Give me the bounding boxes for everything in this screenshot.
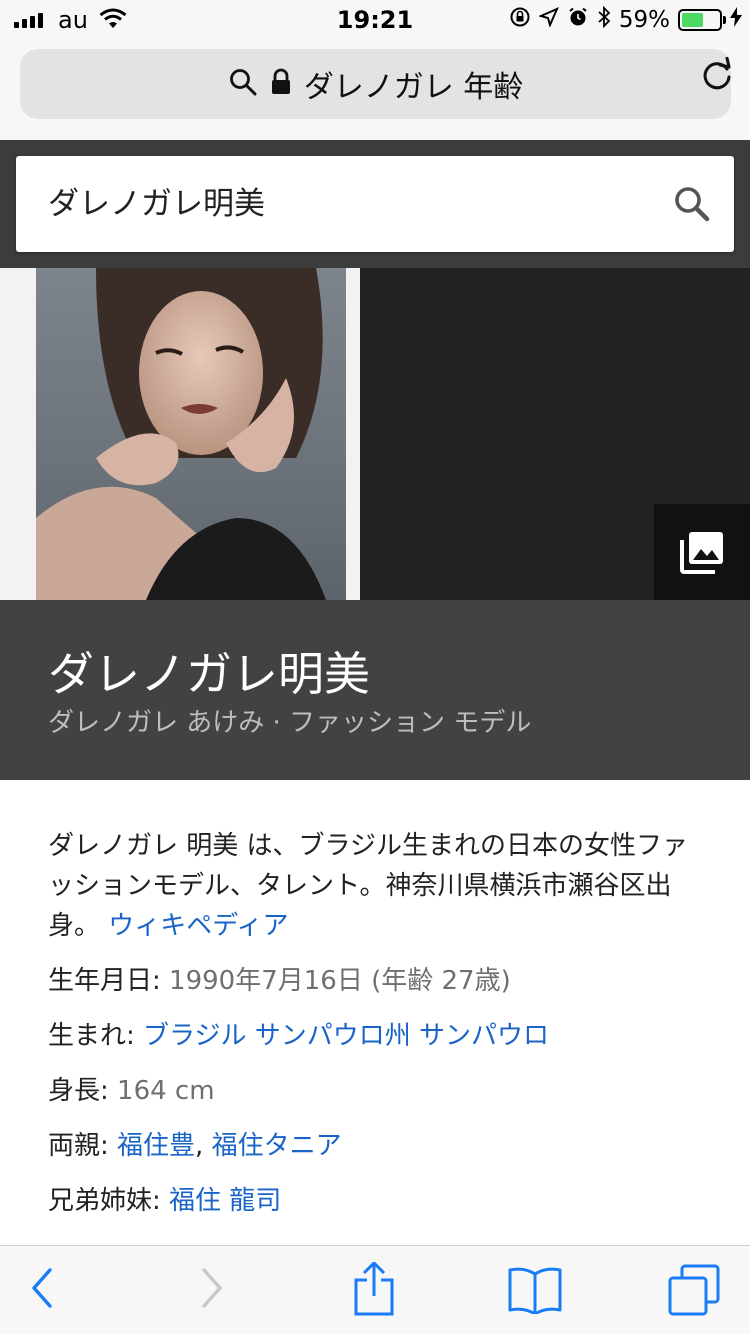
fact-height: 身長: 164 cm <box>48 1071 708 1111</box>
fact-label: 生年月日: <box>48 966 161 996</box>
lock-icon <box>270 68 292 100</box>
sibling-link[interactable]: 福住 龍司 <box>169 1186 281 1216</box>
search-icon <box>228 67 258 101</box>
bluetooth-icon <box>597 5 611 34</box>
rotation-lock-icon <box>509 6 531 34</box>
forward-icon[interactable] <box>198 1266 224 1314</box>
entity-description: ダレノガレ 明美 は、ブラジル生まれの日本の女性ファッションモデル、タレント。神… <box>48 826 708 946</box>
search-box <box>16 156 734 252</box>
fact-label: 兄弟姉妹: <box>48 1186 161 1216</box>
fact-label: 生まれ: <box>48 1021 135 1051</box>
location-icon <box>537 7 559 33</box>
image-carousel <box>0 268 750 600</box>
fact-label: 身長: <box>48 1076 109 1106</box>
fact-label: 両親: <box>48 1131 109 1161</box>
alarm-icon <box>567 6 589 34</box>
fact-siblings: 兄弟姉妹: 福住 龍司 <box>48 1181 708 1221</box>
status-bar: au 19:21 59% <box>0 0 750 40</box>
portrait-image-frame[interactable] <box>0 268 360 600</box>
birthplace-link[interactable]: ブラジル サンパウロ州 サンパウロ <box>143 1021 549 1051</box>
fact-birth-date: 生年月日: 1990年7月16日 (年齢 27歳) <box>48 961 708 1001</box>
battery-percent: 59% <box>618 7 670 33</box>
knowledge-panel: ダレノガレ 明美 は、ブラジル生まれの日本の女性ファッションモデル、タレント。神… <box>48 826 708 1221</box>
search-input[interactable] <box>48 156 648 252</box>
gallery-button[interactable] <box>654 504 750 600</box>
separator: , <box>195 1131 204 1161</box>
search-icon[interactable] <box>672 184 712 228</box>
fact-value: 1990年7月16日 (年齢 27歳) <box>169 966 511 996</box>
parent-link[interactable]: 福住タニア <box>212 1131 342 1161</box>
fact-parents: 両親: 福住豊, 福住タニア <box>48 1126 708 1166</box>
address-text: ダレノガレ 年齢 <box>303 70 524 105</box>
status-indicators: 59% <box>509 5 742 34</box>
fact-value: 164 cm <box>117 1076 215 1106</box>
share-icon[interactable] <box>352 1260 396 1320</box>
browser-address-bar-area: ダレノガレ 年齢 <box>0 40 750 140</box>
fact-birthplace: 生まれ: ブラジル サンパウロ州 サンパウロ <box>48 1016 708 1056</box>
reload-icon[interactable] <box>700 56 734 97</box>
tabs-icon[interactable] <box>668 1264 720 1320</box>
parent-link[interactable]: 福住豊 <box>117 1131 195 1161</box>
entity-subtitle: ダレノガレ あけみ · ファッション モデル <box>48 708 532 738</box>
address-bar[interactable]: ダレノガレ 年齢 <box>20 49 731 119</box>
photo-library-icon <box>680 532 723 574</box>
back-icon[interactable] <box>30 1266 56 1314</box>
browser-toolbar <box>0 1245 750 1334</box>
entity-title: ダレノガレ明美 <box>48 647 370 701</box>
bookmarks-icon[interactable] <box>508 1266 562 1318</box>
charging-icon <box>730 7 742 33</box>
entity-header: ダレノガレ明美 ダレノガレ あけみ · ファッション モデル <box>0 600 750 780</box>
portrait-photo <box>36 268 346 600</box>
battery-icon <box>678 9 726 31</box>
search-header <box>0 140 750 268</box>
wikipedia-link[interactable]: ウィキペディア <box>108 911 288 941</box>
